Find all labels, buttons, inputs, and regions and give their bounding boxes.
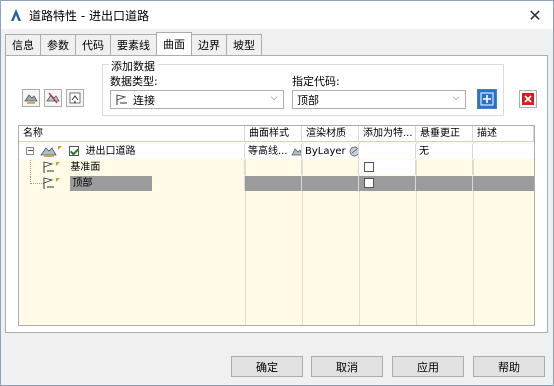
add-as-breakline-cell[interactable]: [359, 176, 416, 191]
column-header-description[interactable]: 描述: [473, 126, 534, 142]
ok-button[interactable]: 确定: [231, 356, 303, 377]
column-header-add-as-breakline[interactable]: 添加为特...: [359, 126, 416, 142]
collapse-toggle-icon[interactable]: −: [26, 147, 34, 155]
title-bar: 道路特性 - 进出口道路 ✕: [1, 1, 553, 29]
table-row[interactable]: 基准面: [19, 160, 534, 175]
link-flag-icon: [43, 176, 61, 189]
render-material-cell: [302, 160, 359, 175]
surface-style-cell: [245, 176, 302, 191]
app-logo-icon: [11, 9, 21, 21]
overhang-correction-cell[interactable]: 无: [416, 144, 473, 159]
link-flag-icon: [43, 160, 61, 173]
add-data-icon: [480, 92, 494, 106]
add-data-group-title: 添加数据: [109, 58, 157, 74]
surface-enabled-checkbox[interactable]: [69, 146, 80, 156]
table-row[interactable]: 顶部: [19, 176, 534, 191]
dialog-window: 道路特性 - 进出口道路 ✕ 信息 参数 代码 要素线 曲面 边界 坡型 添加数…: [0, 0, 554, 386]
data-type-value: 连接: [133, 93, 155, 107]
add-as-breakline-checkbox[interactable]: [364, 162, 374, 172]
overhang-correction-cell: [416, 176, 473, 191]
specify-code-value: 顶部: [297, 93, 319, 107]
name-cell: − 进出口道路: [19, 144, 245, 159]
column-header-surface-style[interactable]: 曲面样式: [245, 126, 302, 142]
data-type-label: 数据类型:: [110, 75, 158, 88]
surface-styles-button[interactable]: [44, 89, 62, 107]
surface-icon: [40, 145, 63, 157]
column-header-render-material[interactable]: 渲染材质: [302, 126, 359, 142]
tab-info[interactable]: 信息: [5, 34, 41, 55]
window-title: 道路特性 - 进出口道路: [29, 8, 149, 23]
surface-style-value: 等高线...: [248, 146, 288, 157]
render-material-value: ByLayer: [305, 146, 346, 157]
overhang-correction-cell: [416, 160, 473, 175]
column-header-overhang-correction[interactable]: 悬垂更正: [416, 126, 473, 142]
surface-create-icon: [24, 94, 38, 104]
description-cell: [473, 160, 534, 175]
tab-slope-patterns[interactable]: 坡型: [226, 34, 262, 55]
tab-boundaries[interactable]: 边界: [191, 34, 227, 55]
name-cell: 基准面: [19, 160, 245, 175]
data-item-name: 顶部: [70, 176, 153, 191]
close-icon: ✕: [528, 5, 542, 25]
name-cell: 顶部: [19, 176, 245, 191]
surface-style-cell: [245, 160, 302, 175]
material-icon: [349, 146, 358, 156]
data-type-select[interactable]: 连接 ⌵: [110, 90, 284, 109]
tab-strip: 信息 参数 代码 要素线 曲面 边界 坡型: [5, 32, 262, 55]
add-surface-data-button[interactable]: [477, 89, 497, 109]
table-row[interactable]: − 进出口道路 等高线... ByLayer 无: [19, 144, 534, 159]
tab-feature-lines[interactable]: 要素线: [110, 34, 157, 55]
render-material-cell: [302, 176, 359, 191]
data-item-name: 基准面: [70, 162, 101, 173]
cancel-button[interactable]: 取消: [311, 356, 383, 377]
surface-style-icon: [46, 92, 60, 104]
description-cell[interactable]: [473, 144, 534, 159]
tab-codes[interactable]: 代码: [75, 34, 111, 55]
render-material-cell[interactable]: ByLayer: [302, 144, 359, 159]
surface-data-grid: 名称 曲面样式 渲染材质 添加为特... 悬垂更正 描述 − 进出口道路 等高线…: [18, 125, 535, 326]
chevron-down-icon: ⌵: [270, 93, 278, 103]
add-as-breakline-cell[interactable]: [359, 144, 416, 159]
delete-data-button[interactable]: [519, 90, 537, 108]
surface-style-cell[interactable]: 等高线...: [245, 144, 302, 159]
create-surface-button[interactable]: [22, 89, 40, 107]
chevron-down-icon: ⌵: [452, 93, 460, 103]
apply-button[interactable]: 应用: [392, 356, 464, 377]
surface-style-icon: [291, 147, 301, 155]
add-as-breakline-cell[interactable]: [359, 160, 416, 175]
surface-name: 进出口道路: [85, 146, 136, 157]
specify-code-select[interactable]: 顶部 ⌵: [292, 90, 466, 109]
tab-parameters[interactable]: 参数: [40, 34, 76, 55]
tab-surfaces[interactable]: 曲面: [156, 32, 192, 55]
grid-header: 名称 曲面样式 渲染材质 添加为特... 悬垂更正 描述: [19, 126, 534, 142]
surfaces-tab-page: 添加数据 数据类型: 连接 ⌵ 指定代码: 顶部 ⌵ 名称 曲面样式 渲染材质 …: [5, 55, 548, 333]
link-flag-icon: [116, 93, 127, 105]
description-cell: [473, 176, 534, 191]
column-header-name[interactable]: 名称: [19, 126, 245, 142]
surface-properties-button[interactable]: [66, 89, 84, 107]
help-button[interactable]: 帮助: [473, 356, 545, 377]
add-as-breakline-checkbox[interactable]: [364, 178, 374, 188]
surface-properties-icon: [69, 92, 81, 104]
specify-code-label: 指定代码:: [292, 75, 340, 88]
close-button[interactable]: ✕: [517, 1, 553, 29]
delete-icon: [522, 93, 534, 105]
